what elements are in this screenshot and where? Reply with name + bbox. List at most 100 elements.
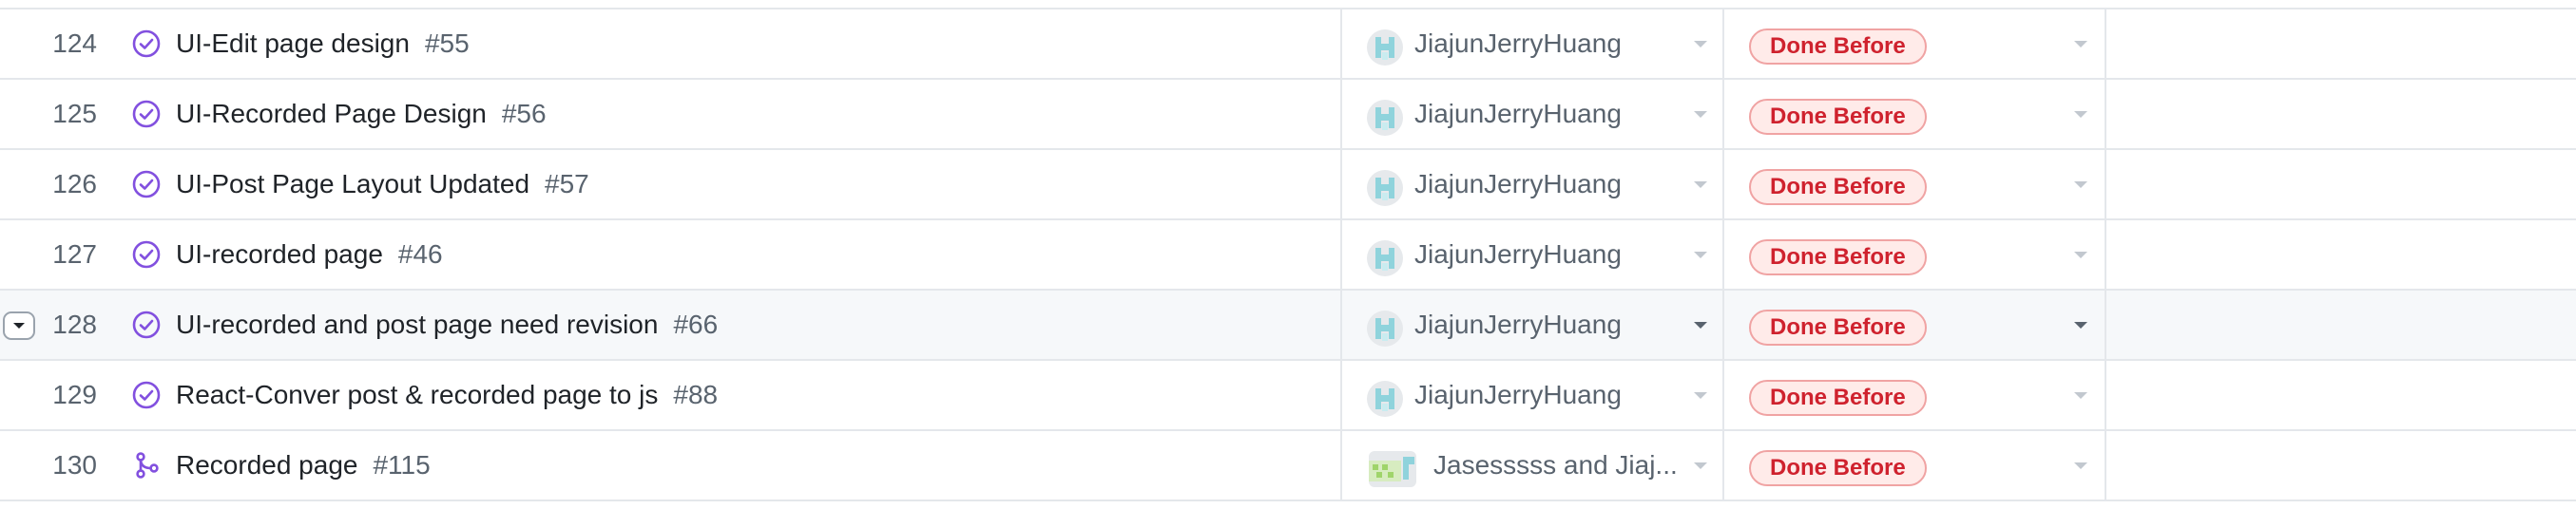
status-badge: Done Before bbox=[1749, 239, 1927, 275]
title-cell[interactable]: React-Conver post & recorded page to js … bbox=[130, 361, 1342, 429]
chevron-down-icon bbox=[13, 323, 25, 329]
status-cell[interactable]: Done Before bbox=[1726, 9, 2106, 78]
empty-field-cell[interactable] bbox=[2108, 361, 2576, 429]
table-row[interactable]: 128 UI-recorded and post page need revis… bbox=[0, 291, 2576, 361]
issue-title-link[interactable]: UI-Post Page Layout Updated bbox=[176, 169, 529, 199]
pull-request-title-link[interactable]: Recorded page bbox=[176, 450, 357, 481]
pull-request-merged-icon bbox=[130, 449, 163, 481]
issue-title-link[interactable]: React-Conver post & recorded page to js bbox=[176, 380, 658, 410]
issue-closed-icon bbox=[130, 238, 163, 271]
chevron-down-icon[interactable] bbox=[2074, 181, 2087, 188]
status-cell[interactable]: Done Before bbox=[1726, 220, 2106, 289]
assignee-cell[interactable]: JiajunJerryHuang bbox=[1344, 291, 1724, 359]
avatar bbox=[1367, 381, 1403, 417]
row-number: 128 bbox=[52, 310, 97, 339]
status-badge: Done Before bbox=[1749, 310, 1927, 346]
row-number: 127 bbox=[52, 239, 97, 269]
title-cell[interactable]: UI-Post Page Layout Updated #57 bbox=[130, 150, 1342, 218]
assignee-name: JiajunJerryHuang bbox=[1414, 28, 1622, 58]
empty-field-cell[interactable] bbox=[2108, 80, 2576, 148]
chevron-down-icon[interactable] bbox=[1694, 111, 1707, 118]
status-badge: Done Before bbox=[1749, 169, 1927, 205]
chevron-down-icon[interactable] bbox=[2074, 41, 2087, 47]
empty-field-cell[interactable] bbox=[2108, 9, 2576, 78]
chevron-down-icon[interactable] bbox=[2074, 252, 2087, 258]
issue-number: #55 bbox=[424, 28, 470, 58]
issue-closed-icon bbox=[130, 28, 163, 60]
row-number: 129 bbox=[52, 380, 97, 409]
assignee-cell[interactable]: JiajunJerryHuang bbox=[1344, 80, 1724, 148]
table-row[interactable]: 130 Recorded page #115 Jasesssss and Jia… bbox=[0, 431, 2576, 501]
status-badge: Done Before bbox=[1749, 28, 1927, 65]
avatar bbox=[1367, 240, 1403, 276]
issue-closed-icon bbox=[130, 168, 163, 200]
row-number: 125 bbox=[52, 99, 97, 128]
status-badge: Done Before bbox=[1749, 99, 1927, 135]
avatar bbox=[1367, 170, 1403, 206]
status-badge: Done Before bbox=[1749, 380, 1927, 416]
empty-field-cell[interactable] bbox=[2108, 220, 2576, 289]
empty-field-cell[interactable] bbox=[2108, 150, 2576, 218]
issue-closed-icon bbox=[130, 309, 163, 341]
status-badge: Done Before bbox=[1749, 450, 1927, 486]
avatar-stack bbox=[1369, 451, 1416, 487]
title-cell[interactable]: Recorded page #115 bbox=[130, 431, 1342, 500]
row-menu-button[interactable] bbox=[3, 311, 35, 340]
empty-field-cell[interactable] bbox=[2108, 291, 2576, 359]
row-number: 126 bbox=[52, 169, 97, 198]
assignee-cell[interactable]: JiajunJerryHuang bbox=[1344, 361, 1724, 429]
chevron-down-icon[interactable] bbox=[2074, 322, 2087, 329]
chevron-down-icon[interactable] bbox=[1694, 41, 1707, 47]
table-row[interactable]: 129 React-Conver post & recorded page to… bbox=[0, 361, 2576, 431]
chevron-down-icon[interactable] bbox=[2074, 111, 2087, 118]
table-row[interactable]: 126 UI-Post Page Layout Updated #57 Jiaj… bbox=[0, 150, 2576, 220]
issue-number: #66 bbox=[673, 310, 719, 339]
assignee-name: JiajunJerryHuang bbox=[1414, 239, 1622, 269]
chevron-down-icon[interactable] bbox=[1694, 181, 1707, 188]
issue-title-link[interactable]: UI-Recorded Page Design bbox=[176, 99, 487, 129]
assignee-cell[interactable]: Jasesssss and Jiaj... bbox=[1344, 431, 1724, 500]
chevron-down-icon[interactable] bbox=[1694, 392, 1707, 399]
issue-closed-icon bbox=[130, 98, 163, 130]
issue-title-link[interactable]: UI-recorded page bbox=[176, 239, 383, 270]
assignee-name: Jasesssss and Jiaj... bbox=[1433, 450, 1678, 480]
chevron-down-icon[interactable] bbox=[2074, 462, 2087, 469]
chevron-down-icon[interactable] bbox=[2074, 392, 2087, 399]
status-cell[interactable]: Done Before bbox=[1726, 431, 2106, 500]
issue-number: #57 bbox=[545, 169, 589, 198]
issue-title-link[interactable]: UI-recorded and post page need revision bbox=[176, 310, 658, 340]
assignee-cell[interactable]: JiajunJerryHuang bbox=[1344, 9, 1724, 78]
chevron-down-icon[interactable] bbox=[1694, 462, 1707, 469]
table-row[interactable]: 125 UI-Recorded Page Design #56 JiajunJe… bbox=[0, 80, 2576, 150]
issue-number: #46 bbox=[397, 239, 443, 269]
issue-number: #56 bbox=[501, 99, 547, 128]
avatar bbox=[1367, 311, 1403, 347]
status-cell[interactable]: Done Before bbox=[1726, 150, 2106, 218]
chevron-down-icon[interactable] bbox=[1694, 252, 1707, 258]
row-number: 130 bbox=[52, 450, 97, 480]
assignee-name: JiajunJerryHuang bbox=[1414, 99, 1622, 128]
issue-closed-icon bbox=[130, 379, 163, 411]
title-cell[interactable]: UI-recorded page #46 bbox=[130, 220, 1342, 289]
assignee-name: JiajunJerryHuang bbox=[1414, 380, 1622, 409]
chevron-down-icon[interactable] bbox=[1694, 322, 1707, 329]
status-cell[interactable]: Done Before bbox=[1726, 291, 2106, 359]
empty-field-cell[interactable] bbox=[2108, 431, 2576, 500]
issue-number: #115 bbox=[373, 450, 431, 480]
avatar bbox=[1367, 29, 1403, 66]
status-cell[interactable]: Done Before bbox=[1726, 361, 2106, 429]
project-table: 124 UI-Edit page design #55 JiajunJerryH… bbox=[0, 0, 2576, 509]
table-row[interactable]: 127 UI-recorded page #46 JiajunJerryHuan… bbox=[0, 220, 2576, 291]
table-row[interactable]: 124 UI-Edit page design #55 JiajunJerryH… bbox=[0, 9, 2576, 80]
issue-number: #88 bbox=[673, 380, 719, 409]
issue-title-link[interactable]: UI-Edit page design bbox=[176, 28, 410, 59]
assignee-cell[interactable]: JiajunJerryHuang bbox=[1344, 150, 1724, 218]
assignee-name: JiajunJerryHuang bbox=[1414, 169, 1622, 198]
assignee-name: JiajunJerryHuang bbox=[1414, 310, 1622, 339]
assignee-cell[interactable]: JiajunJerryHuang bbox=[1344, 220, 1724, 289]
title-cell[interactable]: UI-Recorded Page Design #56 bbox=[130, 80, 1342, 148]
status-cell[interactable]: Done Before bbox=[1726, 80, 2106, 148]
title-cell[interactable]: UI-recorded and post page need revision … bbox=[130, 291, 1342, 359]
title-cell[interactable]: UI-Edit page design #55 bbox=[130, 9, 1342, 78]
avatar bbox=[1367, 100, 1403, 136]
